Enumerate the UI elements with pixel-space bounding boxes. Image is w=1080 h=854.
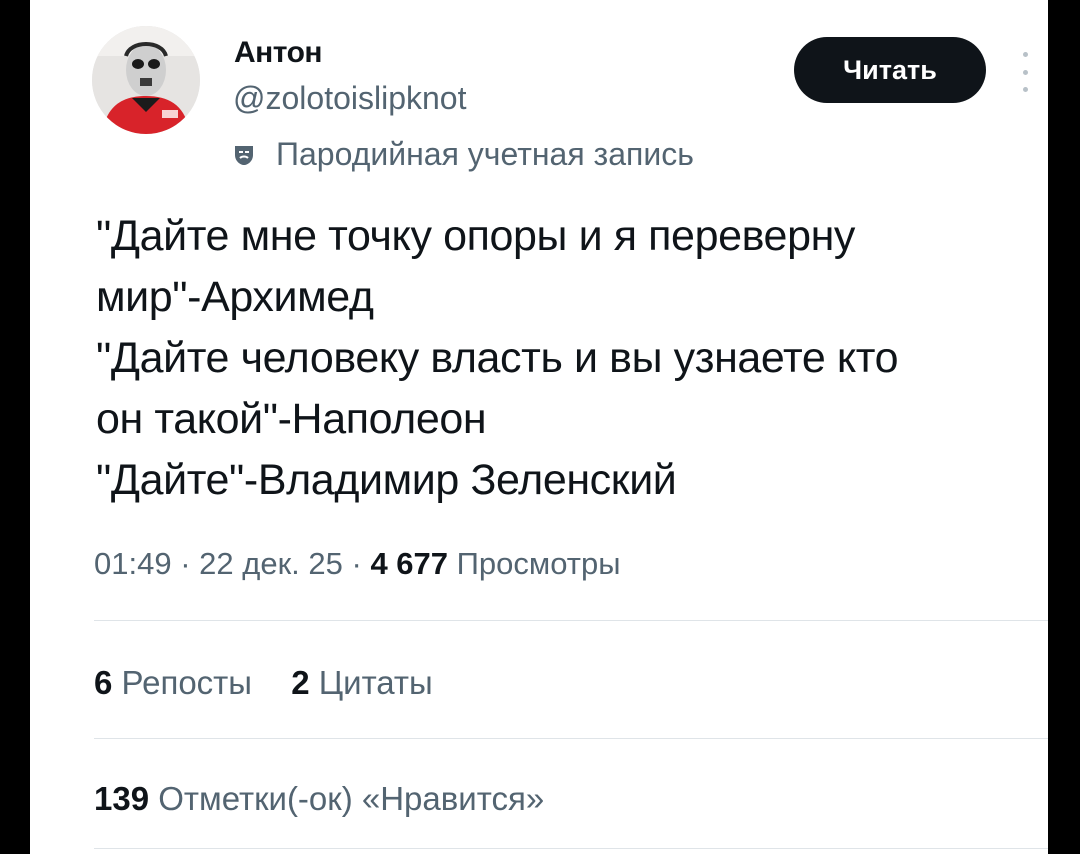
divider <box>94 848 1048 849</box>
post-date[interactable]: 22 дек. 25 <box>199 546 343 581</box>
avatar[interactable] <box>92 26 200 134</box>
meta-separator: · <box>351 546 362 581</box>
display-name[interactable]: Антон <box>234 36 323 70</box>
likes-label: Отметки(-ок) «Нравится» <box>158 780 545 817</box>
avatar-image <box>92 26 200 134</box>
likes-stats[interactable]: 139 Отметки(-ок) «Нравится» <box>94 780 544 818</box>
meta-separator: · <box>180 546 191 581</box>
post-card: Антон @zolotoislipknot Пародийная учетна… <box>30 0 1048 854</box>
tweet-line: "Дайте человеку власть и вы узнаете кто <box>96 334 899 382</box>
more-options-icon[interactable] <box>1015 52 1035 92</box>
tweet-text: "Дайте мне точку опоры и я переверну мир… <box>96 206 1036 511</box>
divider <box>94 620 1048 621</box>
post-meta: 01:49 · 22 дек. 25 · 4 677 Просмотры <box>94 546 621 582</box>
tweet-line: он такой"-Наполеон <box>96 395 487 443</box>
reposts-count: 6 <box>94 664 113 701</box>
theater-mask-icon <box>235 145 253 165</box>
tweet-line: "Дайте мне точку опоры и я переверну <box>96 212 856 260</box>
divider <box>94 738 1048 739</box>
follow-button[interactable]: Читать <box>794 37 986 103</box>
tweet-line: "Дайте"-Владимир Зеленский <box>96 456 677 504</box>
repost-quote-stats: 6 Репосты 2 Цитаты <box>94 664 463 702</box>
reposts-link[interactable]: 6 Репосты <box>94 664 261 701</box>
parody-account-label: Пародийная учетная запись <box>232 136 694 173</box>
quotes-link[interactable]: 2 Цитаты <box>291 664 433 701</box>
views-count: 4 677 <box>370 546 449 581</box>
likes-count: 139 <box>94 780 150 817</box>
parody-text: Пародийная учетная запись <box>276 136 694 172</box>
post-time[interactable]: 01:49 <box>94 546 172 581</box>
quotes-count: 2 <box>291 664 310 701</box>
quotes-label: Цитаты <box>318 664 433 701</box>
views-label: Просмотры <box>456 546 621 581</box>
tweet-line: мир"-Архимед <box>96 273 374 321</box>
reposts-label: Репосты <box>121 664 253 701</box>
user-handle[interactable]: @zolotoislipknot <box>233 80 466 117</box>
